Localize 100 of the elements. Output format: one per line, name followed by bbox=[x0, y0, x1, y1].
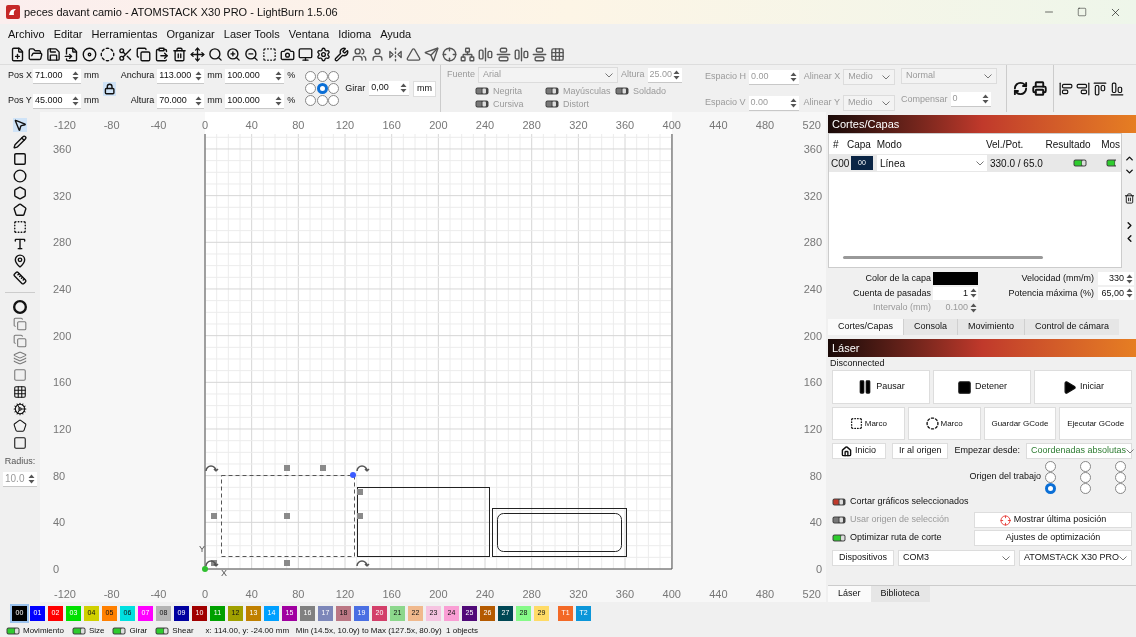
radio-button[interactable] bbox=[327, 95, 339, 106]
resize-handle[interactable] bbox=[284, 465, 290, 471]
toggle-switch[interactable] bbox=[155, 626, 170, 635]
stepper-icon[interactable] bbox=[789, 97, 797, 108]
radio-button[interactable] bbox=[1045, 482, 1056, 494]
monitor-icon[interactable] bbox=[298, 46, 313, 62]
stepper-icon[interactable] bbox=[970, 288, 977, 299]
radio-button[interactable] bbox=[1080, 471, 1091, 483]
resize-handle[interactable] bbox=[284, 560, 290, 566]
radio-button[interactable] bbox=[1080, 460, 1091, 472]
disc-icon[interactable] bbox=[82, 46, 97, 62]
color-swatch[interactable] bbox=[933, 272, 978, 286]
device-dropdown[interactable]: ATOMSTACK X30 PRO bbox=[1018, 550, 1132, 566]
distribute-icon[interactable] bbox=[478, 46, 493, 62]
align-left-icon[interactable] bbox=[1059, 81, 1073, 96]
menu-item[interactable]: Archivo bbox=[8, 25, 45, 43]
speed-field[interactable]: 330 bbox=[1098, 272, 1134, 286]
scissors-icon[interactable] bbox=[118, 46, 133, 62]
rotate-field[interactable]: 0,00 bbox=[369, 81, 409, 96]
radio-button[interactable] bbox=[305, 71, 317, 82]
panel-tab[interactable]: Movimiento bbox=[957, 319, 1025, 335]
camera-icon[interactable] bbox=[280, 46, 295, 62]
panel-tab[interactable]: Control de cámara bbox=[1024, 319, 1120, 335]
folder-icon[interactable] bbox=[28, 46, 43, 62]
rotate-handle[interactable] bbox=[356, 560, 370, 567]
toggle-switch[interactable] bbox=[475, 100, 489, 108]
toggle-switch[interactable] bbox=[832, 498, 846, 506]
align-center-icon[interactable] bbox=[496, 46, 511, 62]
grid-icon[interactable] bbox=[550, 46, 565, 62]
pentagon-icon[interactable] bbox=[13, 203, 27, 217]
panel-tab[interactable]: Cortes/Capas bbox=[828, 319, 904, 335]
laser-button[interactable]: Ejecutar GCode bbox=[1059, 407, 1132, 440]
stepper-icon[interactable] bbox=[970, 302, 977, 313]
anchor-point[interactable] bbox=[350, 472, 356, 478]
printer-icon[interactable] bbox=[1032, 81, 1047, 96]
radio-button[interactable] bbox=[316, 83, 328, 94]
toggle-switch[interactable] bbox=[1073, 159, 1087, 167]
stepper-icon[interactable] bbox=[72, 70, 79, 81]
align-right-icon[interactable] bbox=[1076, 81, 1090, 96]
stepper-icon[interactable] bbox=[72, 95, 79, 106]
wrench-icon[interactable] bbox=[334, 46, 349, 62]
hexagon-icon[interactable] bbox=[13, 186, 27, 200]
menu-item[interactable]: Organizar bbox=[166, 25, 215, 43]
stepper-icon[interactable] bbox=[28, 473, 35, 484]
optimization-button[interactable]: Ajustes de optimización bbox=[974, 530, 1132, 546]
radio-button[interactable] bbox=[305, 95, 317, 106]
import-icon[interactable] bbox=[64, 46, 79, 62]
save-icon[interactable] bbox=[46, 46, 61, 62]
last-position-button[interactable]: Mostrar última posición bbox=[974, 512, 1132, 528]
panel-tab[interactable]: Láser bbox=[828, 586, 871, 602]
refresh-icon[interactable] bbox=[1013, 81, 1028, 96]
zoom-icon[interactable] bbox=[208, 46, 223, 62]
radio-button[interactable] bbox=[327, 71, 339, 82]
position-field[interactable]: 45.000 bbox=[33, 93, 81, 109]
resize-handle[interactable] bbox=[211, 513, 217, 519]
unit-button[interactable]: mm bbox=[413, 80, 436, 97]
laser-button[interactable]: Pausar bbox=[832, 370, 930, 404]
toggle-switch[interactable] bbox=[71, 626, 86, 635]
toggle-switch[interactable] bbox=[615, 87, 629, 95]
rectangle-shape[interactable] bbox=[357, 487, 490, 557]
home-button[interactable]: Inicio bbox=[832, 443, 886, 459]
rectangle-icon[interactable] bbox=[13, 152, 27, 166]
trash-icon[interactable] bbox=[1123, 193, 1135, 204]
group-icon[interactable] bbox=[352, 46, 367, 62]
radio-button[interactable] bbox=[1115, 471, 1126, 483]
lock-icon[interactable] bbox=[103, 81, 117, 96]
trash-icon[interactable] bbox=[172, 46, 187, 62]
position-field[interactable]: 71.000 bbox=[33, 68, 81, 84]
menu-item[interactable]: Idioma bbox=[338, 25, 372, 43]
triangle-icon[interactable] bbox=[406, 46, 421, 62]
scale-field[interactable]: 100.000 bbox=[225, 93, 285, 109]
scale-field[interactable]: 100.000 bbox=[225, 68, 285, 84]
stepper-icon[interactable] bbox=[1126, 273, 1133, 284]
radio-button[interactable] bbox=[327, 83, 339, 94]
laser-button[interactable]: Iniciar bbox=[1034, 370, 1132, 404]
stepper-icon[interactable] bbox=[275, 70, 283, 81]
laser-button[interactable]: Guardar GCode bbox=[983, 407, 1057, 440]
stepper-icon[interactable] bbox=[195, 95, 203, 106]
send-icon[interactable] bbox=[424, 46, 439, 62]
size-field[interactable]: 70.000 bbox=[157, 93, 205, 109]
resize-handle[interactable] bbox=[357, 489, 363, 495]
ruler-icon[interactable] bbox=[13, 271, 27, 285]
resize-handle[interactable] bbox=[357, 513, 363, 519]
stepper-icon[interactable] bbox=[981, 94, 989, 104]
copy-icon[interactable] bbox=[136, 46, 151, 62]
stepper-icon[interactable] bbox=[1126, 288, 1133, 299]
resize-handle[interactable] bbox=[284, 513, 290, 519]
laser-button[interactable]: Detener bbox=[933, 370, 1031, 404]
laser-button[interactable]: Marco bbox=[907, 407, 981, 440]
panel-tab[interactable]: Biblioteca bbox=[870, 586, 930, 602]
paste-icon[interactable] bbox=[154, 46, 169, 62]
array-icon[interactable] bbox=[13, 385, 27, 399]
size-field[interactable]: 113.000 bbox=[157, 68, 205, 84]
stepper-icon[interactable] bbox=[789, 71, 797, 82]
distribute-vertical-icon[interactable] bbox=[532, 46, 547, 62]
mirror-icon[interactable] bbox=[388, 46, 403, 62]
rotate-handle[interactable] bbox=[205, 560, 219, 567]
ellipse-icon[interactable] bbox=[13, 169, 27, 183]
toggle-switch[interactable] bbox=[475, 87, 489, 95]
new-file-icon[interactable] bbox=[10, 46, 25, 62]
